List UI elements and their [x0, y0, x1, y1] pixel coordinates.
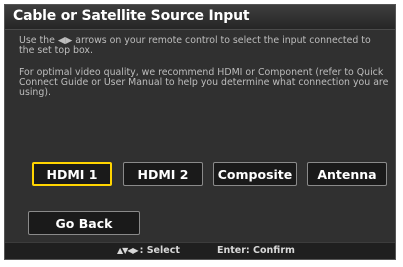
recommendation-text: For optimal video quality, we recommend … — [19, 67, 389, 98]
select-hint: ▲▼◀▶ : Select — [117, 245, 180, 256]
dialog-title: Cable or Satellite Source Input — [13, 8, 250, 24]
source-button-hdmi-2[interactable]: HDMI 2 — [123, 162, 203, 186]
confirm-hint-label: Enter: Confirm — [217, 245, 295, 256]
instruction-text: Use the ◀▶ arrows on your remote control… — [19, 36, 389, 56]
footer-hint-bar: ▲▼◀▶ : Select Enter: Confirm — [5, 242, 395, 259]
title-bar: Cable or Satellite Source Input — [5, 5, 395, 30]
direction-arrows-icon: ▲▼◀▶ — [117, 246, 139, 255]
source-button-antenna[interactable]: Antenna — [307, 162, 387, 186]
source-button-composite[interactable]: Composite — [213, 162, 297, 186]
go-back-button[interactable]: Go Back — [28, 211, 140, 235]
source-input-dialog: Cable or Satellite Source Input Use the … — [4, 4, 396, 260]
select-hint-label: : Select — [139, 245, 180, 256]
instruction-suffix: arrows on your remote control to select … — [19, 35, 371, 56]
source-button-hdmi-1[interactable]: HDMI 1 — [32, 162, 112, 186]
